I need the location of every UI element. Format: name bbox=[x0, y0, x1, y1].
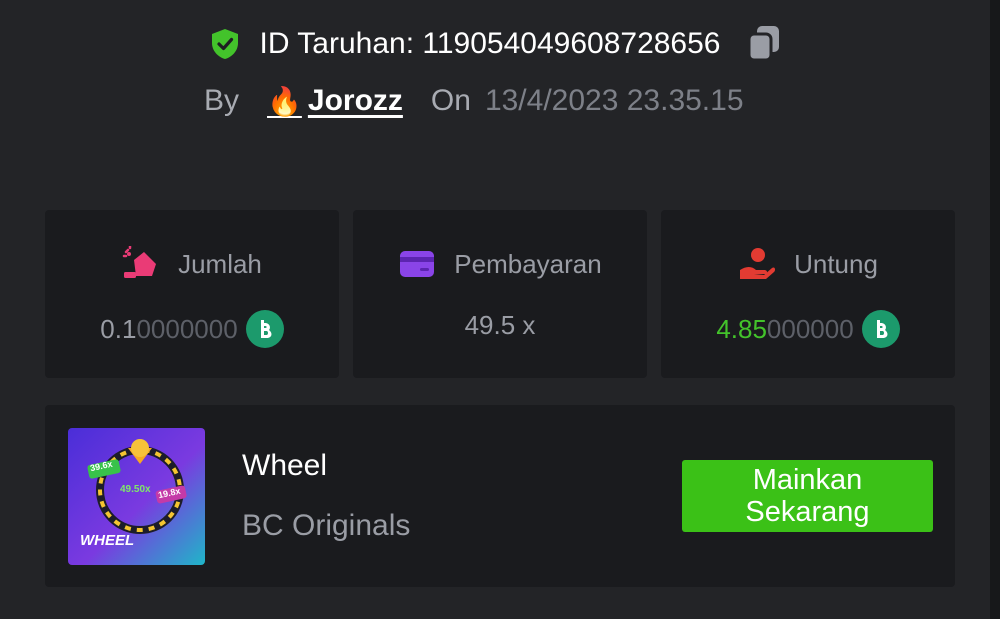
bet-id-row: ID Taruhan: 119054049608728656 bbox=[0, 24, 990, 64]
bet-id-text: ID Taruhan: 119054049608728656 bbox=[259, 27, 721, 60]
amount-label: Jumlah bbox=[178, 248, 262, 279]
game-name: Wheel bbox=[242, 449, 328, 482]
play-now-button[interactable]: Mainkan Sekarang bbox=[682, 460, 933, 532]
game-card: 39.6x 49.50x 19.8x WHEEL Wheel BC Origin… bbox=[45, 405, 955, 587]
hand-profit-icon bbox=[738, 246, 776, 282]
game-provider: BC Originals bbox=[242, 509, 411, 542]
money-bag-icon bbox=[122, 246, 160, 282]
bet-details-panel: ID Taruhan: 119054049608728656 By 🔥 Joro… bbox=[0, 0, 990, 619]
payout-label: Pembayaran bbox=[454, 248, 602, 279]
copy-icon[interactable] bbox=[745, 24, 783, 64]
amount-value: 0.10000000 bbox=[100, 313, 238, 344]
stat-profit: Untung 4.85000000 bbox=[661, 210, 955, 378]
credit-card-icon bbox=[398, 246, 436, 282]
user-name: Jorozz bbox=[307, 84, 403, 117]
scrollbar[interactable] bbox=[990, 0, 1000, 619]
profit-value: 4.85000000 bbox=[716, 313, 854, 344]
payout-value: 49.5 x bbox=[464, 310, 536, 340]
bc-coin-icon bbox=[861, 310, 900, 348]
user-link[interactable]: 🔥 Jorozz bbox=[267, 84, 403, 118]
profit-label: Untung bbox=[794, 248, 878, 279]
stat-amount: Jumlah 0.10000000 bbox=[45, 210, 339, 378]
bet-stats: Jumlah 0.10000000 Pembayaran 49.5 x Untu… bbox=[45, 210, 955, 378]
bc-coin-icon bbox=[245, 310, 284, 348]
thumb-title: WHEEL bbox=[80, 532, 135, 549]
on-label: On bbox=[430, 84, 471, 117]
verified-shield-icon bbox=[208, 27, 242, 61]
fire-icon: 🔥 bbox=[267, 85, 302, 117]
byline: By 🔥 Jorozz On 13/4/2023 23.35.15 bbox=[204, 84, 744, 118]
game-thumbnail[interactable]: 39.6x 49.50x 19.8x WHEEL bbox=[68, 428, 205, 565]
bet-timestamp: 13/4/2023 23.35.15 bbox=[484, 84, 744, 117]
stat-payout: Pembayaran 49.5 x bbox=[353, 210, 647, 378]
by-label: By bbox=[204, 84, 240, 117]
thumb-multiplier-center: 49.50x bbox=[120, 484, 151, 495]
